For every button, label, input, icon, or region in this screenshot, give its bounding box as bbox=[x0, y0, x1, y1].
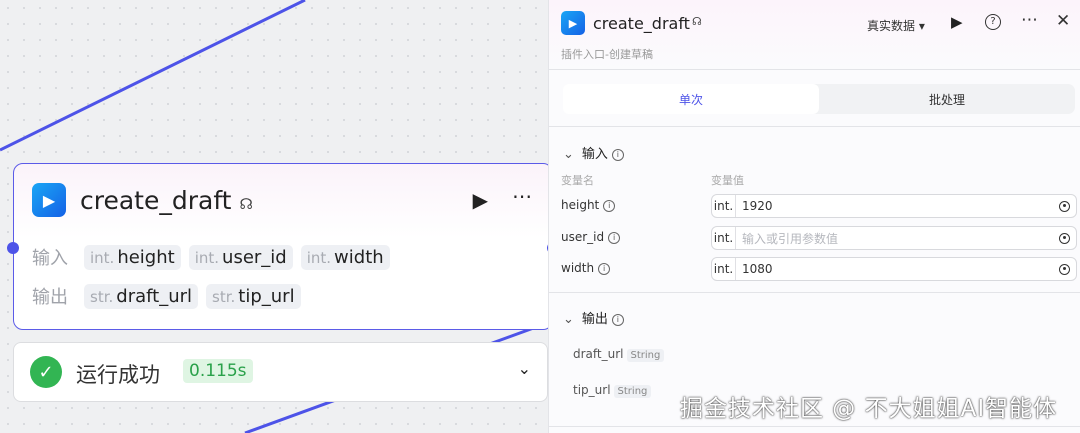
variable-row: width i int. 1080 bbox=[561, 257, 1079, 281]
success-check-icon: ✓ bbox=[30, 356, 62, 388]
edge-line bbox=[0, 0, 306, 152]
type-label: int. bbox=[712, 258, 736, 280]
panel-title: create_draft bbox=[593, 14, 690, 33]
reference-icon[interactable] bbox=[1059, 200, 1070, 212]
variable-row: user_id i int. 输入或引用参数值 bbox=[561, 226, 1079, 250]
outputs-label: 输出 bbox=[32, 287, 68, 308]
status-text: 运行成功 bbox=[76, 363, 160, 387]
help-icon[interactable]: ? bbox=[985, 14, 1001, 30]
run-mode-tabs: 单次 批处理 bbox=[563, 84, 1075, 114]
height-input[interactable]: int. 1920 bbox=[711, 194, 1077, 218]
plugin-logo-icon: ▶ bbox=[32, 183, 66, 217]
output-tag: str. tip_url bbox=[206, 283, 301, 309]
input-placeholder[interactable]: 输入或引用参数值 bbox=[736, 230, 1059, 247]
node-detail-panel: ▶ create_draft ☊ 真实数据 ▾ ▶ ? ⋯ ✕ 插件入口-创建草… bbox=[548, 0, 1080, 433]
close-icon[interactable]: ✕ bbox=[1056, 11, 1070, 31]
panel-subtitle: 插件入口-创建草稿 bbox=[561, 48, 653, 61]
more-icon[interactable]: ⋯ bbox=[1021, 10, 1038, 30]
plugin-logo-icon: ▶ bbox=[561, 11, 585, 35]
variable-name: height bbox=[561, 198, 600, 212]
input-port[interactable] bbox=[7, 242, 19, 254]
col-name-header: 变量名 bbox=[561, 174, 594, 187]
data-mode-select[interactable]: 真实数据 ▾ bbox=[867, 17, 925, 34]
variable-name: width bbox=[561, 261, 595, 275]
node-title: create_draft bbox=[80, 186, 232, 215]
variable-name: user_id bbox=[561, 230, 605, 244]
run-time-badge: 0.115s bbox=[183, 359, 253, 383]
user-id-input[interactable]: int. 输入或引用参数值 bbox=[711, 226, 1077, 250]
workflow-canvas[interactable]: ▶ create_draft ☊ ▶ ⋯ 输入 int. height int. u… bbox=[0, 0, 559, 433]
reference-icon[interactable] bbox=[1059, 232, 1070, 244]
type-label: int. bbox=[712, 195, 736, 217]
output-item: draft_url String bbox=[573, 347, 665, 362]
input-value[interactable]: 1920 bbox=[736, 199, 1059, 213]
output-item: tip_url String bbox=[573, 383, 652, 398]
type-label: int. bbox=[712, 227, 736, 249]
width-input[interactable]: int. 1080 bbox=[711, 257, 1077, 281]
variable-row: height i int. 1920 bbox=[561, 194, 1079, 218]
watermark: 掘金技术社区 @ 不大姐姐AI智能体 bbox=[680, 396, 1058, 422]
more-icon[interactable]: ⋯ bbox=[512, 184, 532, 208]
chevron-down-icon: ⌄ bbox=[563, 312, 574, 327]
run-status-bar[interactable]: ✓ 运行成功 0.115s ⌄ bbox=[13, 342, 548, 402]
col-value-header: 变量值 bbox=[711, 174, 744, 187]
info-icon: i bbox=[603, 199, 616, 212]
reference-icon[interactable] bbox=[1059, 263, 1070, 275]
node-outputs: 输出 str. draft_url str. tip_url bbox=[32, 283, 301, 309]
info-icon: i bbox=[598, 262, 611, 275]
output-tag: str. draft_url bbox=[84, 283, 199, 309]
input-value[interactable]: 1080 bbox=[736, 262, 1059, 276]
plugin-badge-icon: ☊ bbox=[692, 15, 702, 28]
info-icon: i bbox=[611, 148, 624, 161]
plugin-node[interactable]: ▶ create_draft ☊ ▶ ⋯ 输入 int. height int. u… bbox=[7, 163, 559, 330]
inputs-label: 输入 bbox=[32, 248, 68, 269]
tab-batch[interactable]: 批处理 bbox=[819, 84, 1075, 114]
input-tag: int. user_id bbox=[188, 244, 293, 270]
info-icon: i bbox=[611, 313, 624, 326]
input-tag: int. height bbox=[84, 244, 181, 270]
input-tag: int. width bbox=[300, 244, 390, 270]
input-section-header[interactable]: ⌄ 输入 i bbox=[563, 143, 624, 162]
chevron-down-icon: ⌄ bbox=[563, 147, 574, 162]
info-icon: i bbox=[608, 231, 621, 244]
run-icon[interactable]: ▶ bbox=[473, 188, 488, 212]
node-inputs: 输入 int. height int. user_id int. width bbox=[32, 244, 390, 270]
tab-single[interactable]: 单次 bbox=[563, 84, 819, 114]
chevron-down-icon[interactable]: ⌄ bbox=[518, 359, 531, 378]
output-section-header[interactable]: ⌄ 输出 i bbox=[563, 308, 624, 327]
run-icon[interactable]: ▶ bbox=[951, 13, 963, 31]
plugin-badge-icon: ☊ bbox=[239, 195, 253, 213]
